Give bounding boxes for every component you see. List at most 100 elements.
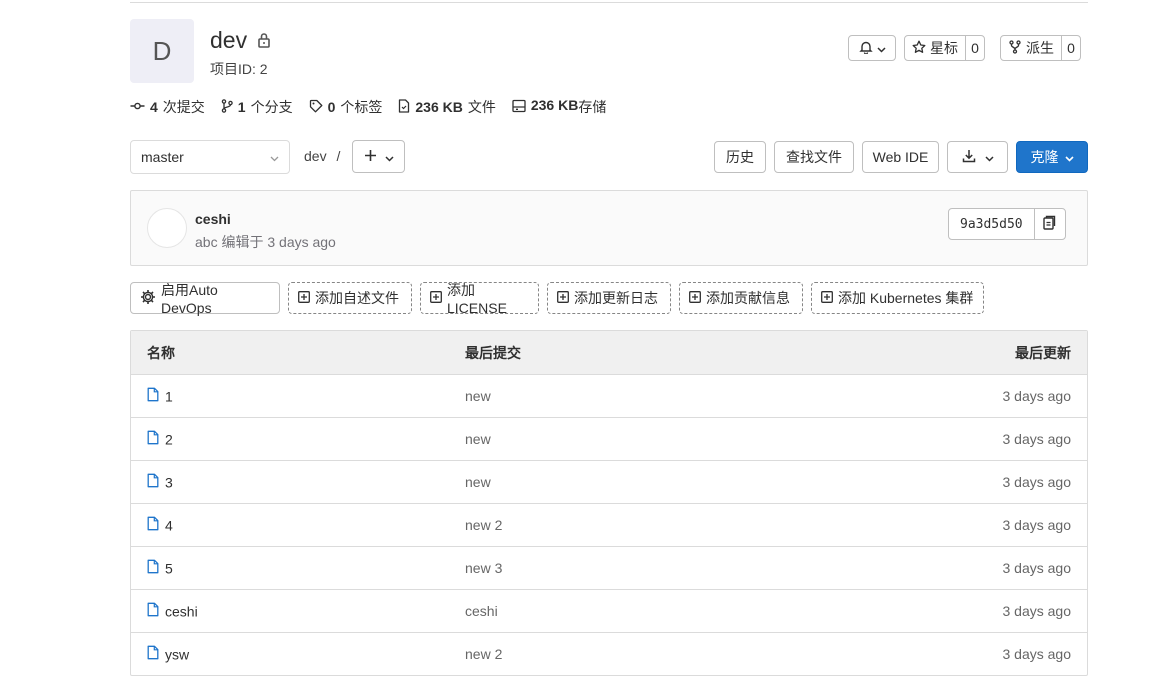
history-button[interactable]: 历史 bbox=[714, 141, 766, 173]
download-dropdown[interactable] bbox=[947, 141, 1008, 173]
clone-label: 克隆 bbox=[1030, 149, 1059, 165]
fork-button-group[interactable]: 派生 0 bbox=[1000, 35, 1081, 61]
top-divider bbox=[130, 2, 1088, 3]
branch-select-value: master bbox=[141, 149, 184, 165]
branches-label: 个分支 bbox=[250, 99, 293, 115]
project-stats: 4 次提交 1 个分支 0 个标签 236 KB 文件 236 KB 存储 bbox=[130, 97, 606, 117]
project-id: 项目ID: 2 bbox=[210, 61, 268, 77]
star-label: 星标 bbox=[930, 40, 958, 56]
file-name-cell[interactable]: 5 bbox=[147, 559, 173, 577]
commit-message-cell[interactable]: new bbox=[465, 388, 491, 404]
lock-icon bbox=[257, 27, 271, 54]
commits-stat[interactable]: 4 次提交 bbox=[130, 97, 205, 117]
commit-author[interactable]: ceshi bbox=[195, 211, 231, 227]
plus-icon bbox=[364, 149, 377, 165]
file-name-cell[interactable]: 3 bbox=[147, 473, 173, 491]
updated-cell: 3 days ago bbox=[1002, 474, 1072, 490]
add-kubernetes-button[interactable]: 添加 Kubernetes 集群 bbox=[811, 282, 984, 314]
file-name-cell[interactable]: ceshi bbox=[147, 602, 198, 620]
table-row[interactable]: 2 new 3 days ago bbox=[131, 418, 1087, 461]
add-license-button[interactable]: 添加LICENSE bbox=[420, 282, 539, 316]
storage-label: 存储 bbox=[578, 99, 607, 115]
bell-icon bbox=[858, 40, 873, 57]
plus-square-icon bbox=[557, 290, 569, 306]
file-name[interactable]: 3 bbox=[165, 474, 173, 490]
table-row[interactable]: 3 new 3 days ago bbox=[131, 461, 1087, 504]
add-readme-button[interactable]: 添加自述文件 bbox=[288, 282, 412, 314]
branch-select[interactable]: master bbox=[130, 140, 290, 174]
file-icon bbox=[147, 387, 159, 405]
file-icon bbox=[147, 516, 159, 534]
fork-count[interactable]: 0 bbox=[1062, 36, 1080, 60]
file-icon bbox=[147, 473, 159, 491]
add-license-label: 添加LICENSE bbox=[447, 282, 507, 316]
web-ide-button[interactable]: Web IDE bbox=[862, 141, 939, 173]
auto-devops-label: 启用Auto DevOps bbox=[161, 282, 218, 316]
table-row[interactable]: ceshi ceshi 3 days ago bbox=[131, 590, 1087, 633]
add-changelog-button[interactable]: 添加更新日志 bbox=[547, 282, 671, 314]
file-name[interactable]: ysw bbox=[165, 646, 189, 662]
column-header-last-update: 最后更新 bbox=[1015, 344, 1071, 361]
table-row[interactable]: 4 new 2 3 days ago bbox=[131, 504, 1087, 547]
chevron-down-icon bbox=[270, 149, 279, 165]
plus-square-icon bbox=[821, 290, 833, 306]
file-name[interactable]: 5 bbox=[165, 560, 173, 576]
add-dropdown[interactable] bbox=[352, 140, 405, 173]
copy-sha-button[interactable] bbox=[1035, 209, 1065, 239]
avatar[interactable] bbox=[147, 208, 187, 248]
find-file-button[interactable]: 查找文件 bbox=[774, 141, 854, 173]
file-name-cell[interactable]: 4 bbox=[147, 516, 173, 534]
file-icon bbox=[147, 645, 159, 663]
branch-icon bbox=[221, 98, 233, 116]
branches-stat[interactable]: 1 个分支 bbox=[221, 97, 293, 117]
star-button[interactable]: 星标 bbox=[905, 36, 966, 60]
last-commit-box: ceshi abc 编辑于 3 days ago 9a3d5d50 bbox=[130, 190, 1088, 266]
file-name-cell[interactable]: 1 bbox=[147, 387, 173, 405]
tags-stat[interactable]: 0 个标签 bbox=[309, 97, 383, 117]
project-avatar: D bbox=[130, 19, 194, 83]
star-button-group[interactable]: 星标 0 bbox=[904, 35, 985, 61]
file-name[interactable]: 1 bbox=[165, 388, 173, 404]
table-row[interactable]: ysw new 2 3 days ago bbox=[131, 633, 1087, 675]
commit-message-cell[interactable]: new 2 bbox=[465, 646, 502, 662]
updated-cell: 3 days ago bbox=[1002, 431, 1072, 447]
files-stat[interactable]: 236 KB 文件 bbox=[398, 97, 496, 117]
column-header-last-commit: 最后提交 bbox=[465, 344, 521, 361]
fork-button[interactable]: 派生 bbox=[1001, 36, 1062, 60]
auto-devops-button[interactable]: 启用Auto DevOps bbox=[130, 282, 280, 316]
commit-message-cell[interactable]: new 2 bbox=[465, 517, 502, 533]
commit-message-cell[interactable]: ceshi bbox=[465, 603, 498, 619]
chevron-down-icon bbox=[876, 40, 886, 56]
file-icon bbox=[147, 559, 159, 577]
commits-count: 4 bbox=[150, 99, 158, 115]
commit-message-cell[interactable]: new bbox=[465, 431, 491, 447]
storage-stat[interactable]: 236 KB 存储 bbox=[512, 97, 606, 117]
file-name-cell[interactable]: ysw bbox=[147, 645, 189, 663]
tags-label: 个标签 bbox=[340, 99, 383, 115]
branches-count: 1 bbox=[237, 99, 246, 115]
file-name-cell[interactable]: 2 bbox=[147, 430, 173, 448]
add-contributing-label: 添加贡献信息 bbox=[706, 290, 790, 306]
plus-square-icon bbox=[430, 290, 442, 306]
project-title: dev bbox=[210, 27, 271, 54]
clone-button[interactable]: 克隆 bbox=[1016, 141, 1088, 173]
add-contributing-button[interactable]: 添加贡献信息 bbox=[679, 282, 803, 314]
plus-square-icon bbox=[298, 290, 310, 306]
table-row[interactable]: 1 new 3 days ago bbox=[131, 375, 1087, 418]
commit-sha-group: 9a3d5d50 bbox=[948, 208, 1066, 240]
table-row[interactable]: 5 new 3 3 days ago bbox=[131, 547, 1087, 590]
breadcrumb: dev / bbox=[304, 148, 340, 164]
file-name[interactable]: 4 bbox=[165, 517, 173, 533]
notification-dropdown[interactable] bbox=[848, 35, 896, 61]
file-icon bbox=[147, 430, 159, 448]
chevron-down-icon bbox=[984, 149, 994, 165]
file-name[interactable]: 2 bbox=[165, 431, 173, 447]
breadcrumb-project[interactable]: dev bbox=[304, 148, 327, 164]
commit-message-cell[interactable]: new bbox=[465, 474, 491, 490]
star-count[interactable]: 0 bbox=[966, 36, 984, 60]
commit-message-cell[interactable]: new 3 bbox=[465, 560, 502, 576]
commit-sha[interactable]: 9a3d5d50 bbox=[949, 209, 1035, 239]
commit-icon bbox=[130, 99, 145, 116]
file-name[interactable]: ceshi bbox=[165, 603, 198, 619]
breadcrumb-separator: / bbox=[336, 148, 341, 164]
